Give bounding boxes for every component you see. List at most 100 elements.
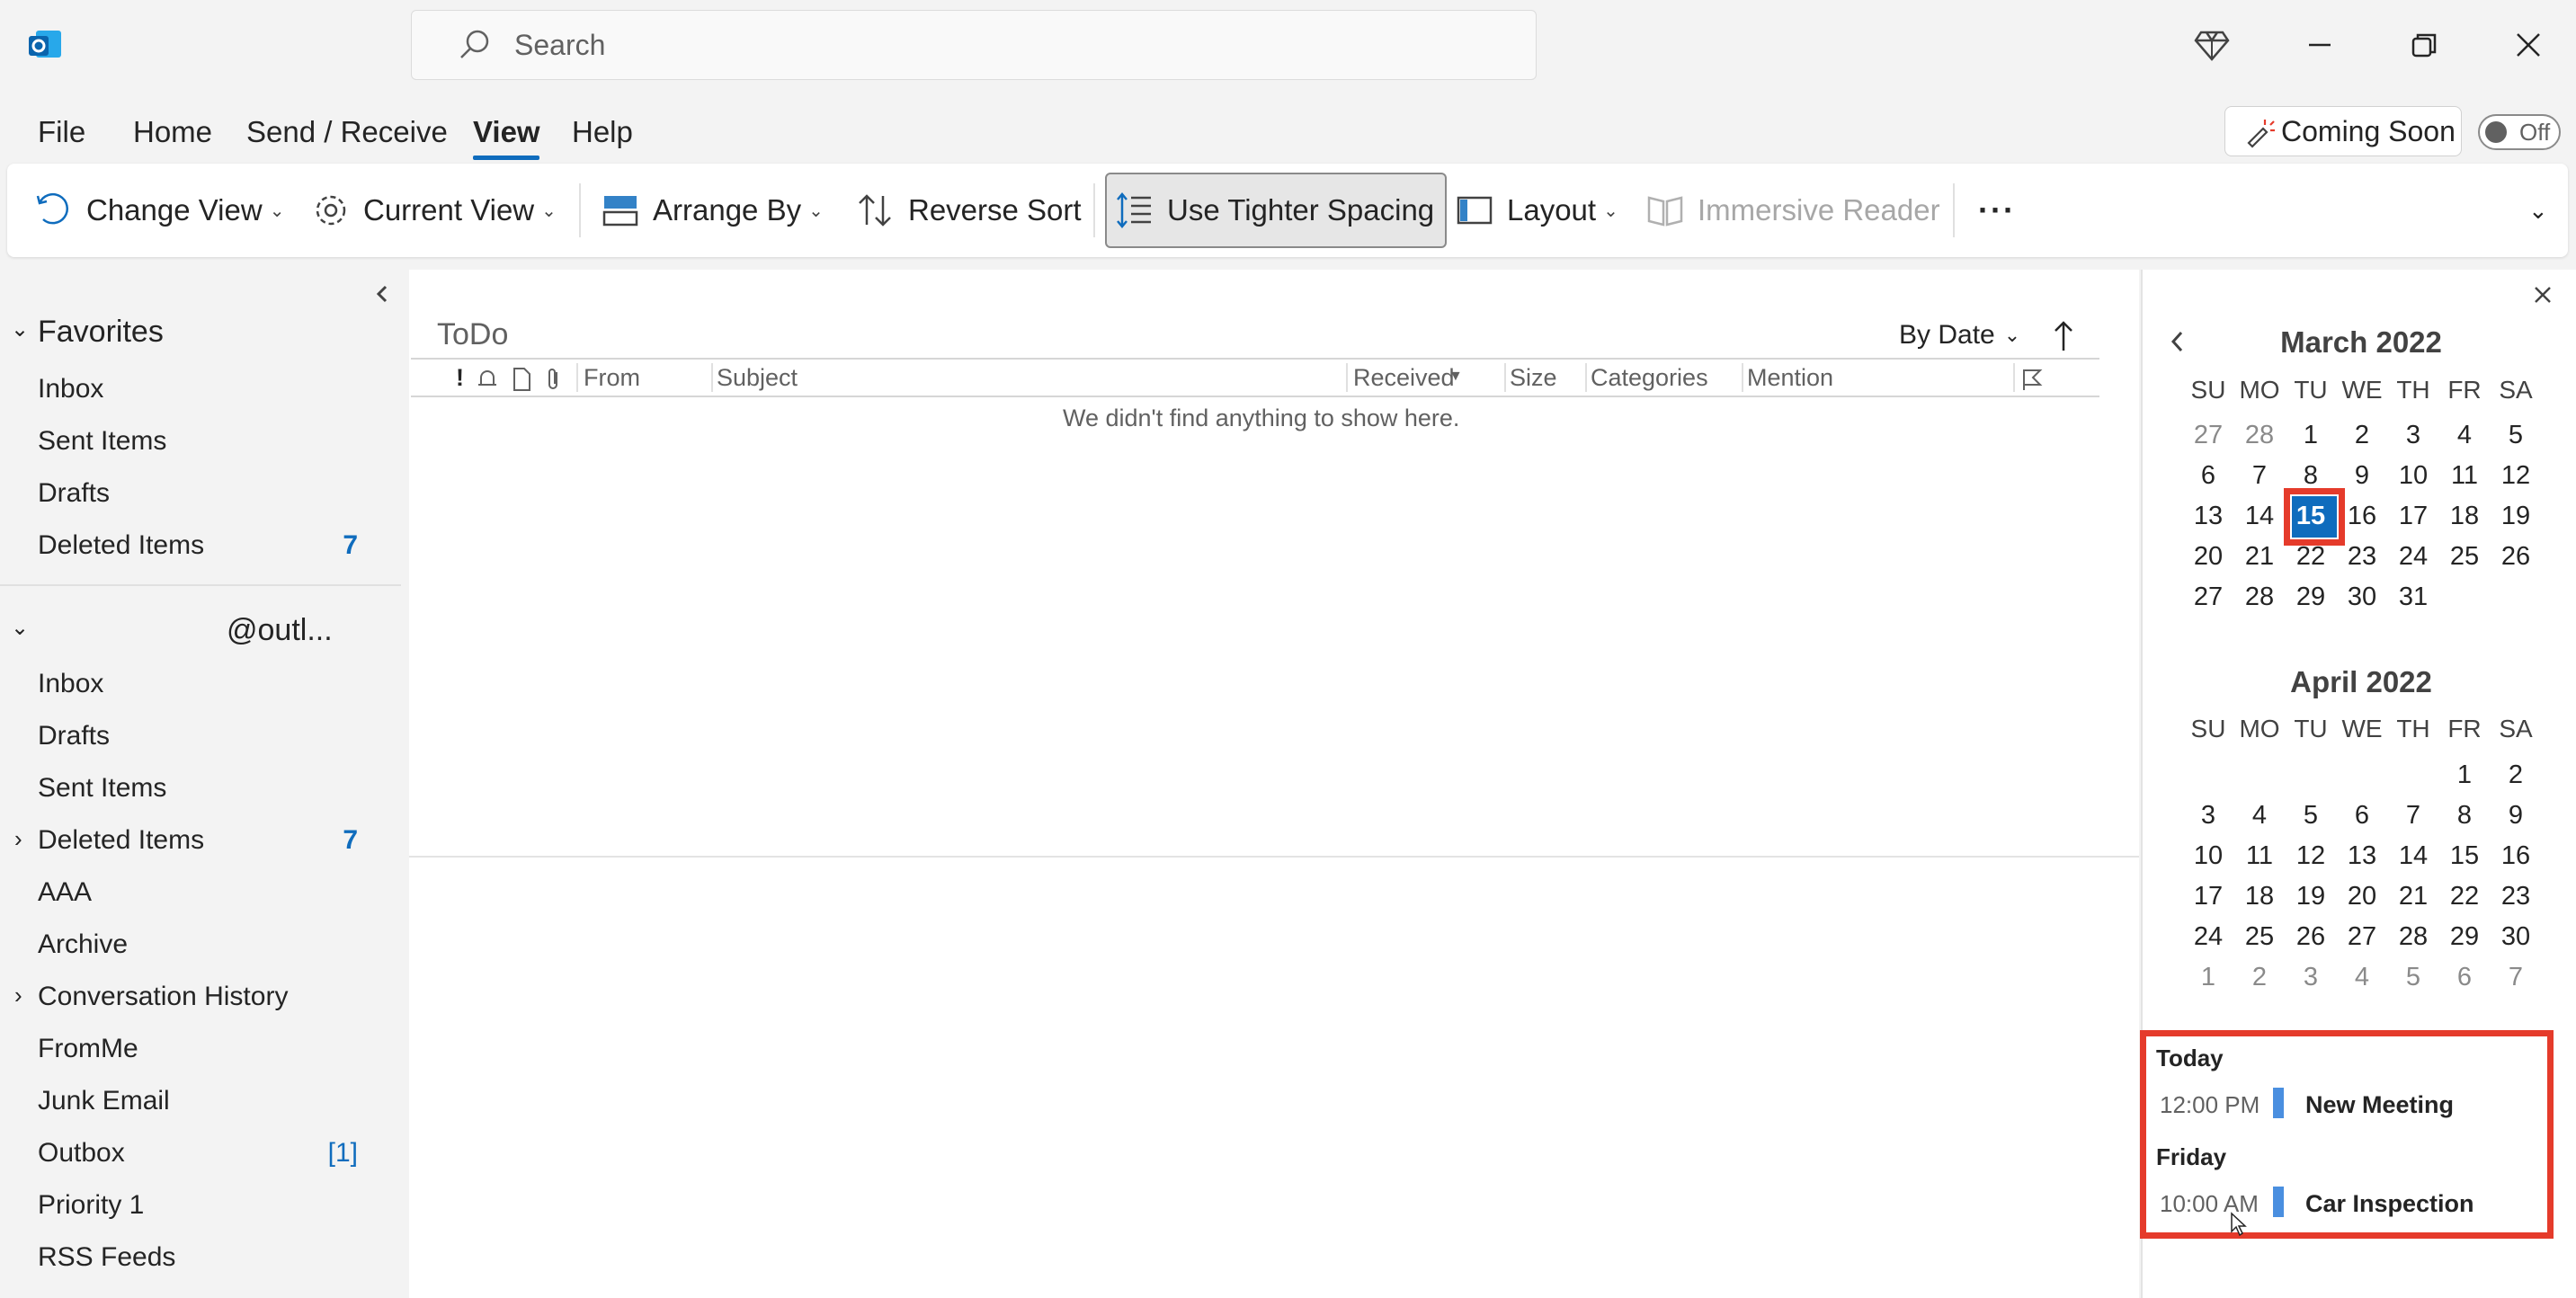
calendar-day[interactable]: 30 [2491,922,2541,952]
calendar-day[interactable]: 3 [2286,963,2336,992]
calendar-day[interactable]: 27 [2183,582,2233,612]
menu-send-receive[interactable]: Send / Receive [246,115,448,149]
minimize-button[interactable] [2302,27,2338,63]
reading-pane-divider[interactable] [409,856,2139,858]
calendar-day[interactable]: 8 [2286,461,2336,491]
calendar-day[interactable]: 24 [2388,542,2438,572]
folder-rss-feeds[interactable]: RSS Feeds [38,1242,175,1273]
calendar-day[interactable]: 31 [2388,582,2438,612]
previous-month-chevron-icon[interactable] [2167,329,2188,354]
fav-sent-items[interactable]: Sent Items [38,426,166,457]
calendar-day[interactable]: 27 [2183,421,2233,450]
folder-drafts[interactable]: Drafts [38,721,110,751]
column-mention[interactable]: Mention [1747,364,1833,392]
calendar-day[interactable]: 17 [2388,502,2438,531]
calendar-day[interactable]: 16 [2491,841,2541,871]
calendar-day[interactable]: 9 [2337,461,2387,491]
calendar-day[interactable]: 20 [2337,882,2387,911]
calendar-day[interactable]: 1 [2183,963,2233,992]
sort-by-button[interactable]: By Date ⌄ [1899,320,2020,351]
calendar-day[interactable]: 14 [2234,502,2285,531]
menu-view[interactable]: View [473,115,540,149]
column-from[interactable]: From [584,364,640,392]
calendar-day[interactable]: 24 [2183,922,2233,952]
calendar-day[interactable]: 7 [2388,801,2438,831]
folder-conversation-history[interactable]: Conversation History [38,982,288,1012]
calendar-day[interactable]: 10 [2388,461,2438,491]
item-type-icon[interactable] [512,367,531,392]
calendar-day[interactable]: 18 [2439,502,2490,531]
menu-help[interactable]: Help [572,115,633,149]
fav-deleted-items[interactable]: Deleted Items [38,530,204,561]
calendar-day[interactable]: 8 [2439,801,2490,831]
folder-aaa[interactable]: AAA [38,877,92,908]
calendar-day[interactable]: 7 [2491,963,2541,992]
calendar-day[interactable]: 11 [2439,461,2490,491]
reverse-sort-button[interactable]: Reverse Sort [856,164,1082,257]
conversation-history-expand-chevron-icon[interactable]: › [14,982,22,1009]
calendar-day[interactable]: 6 [2183,461,2233,491]
folder-priority-1[interactable]: Priority 1 [38,1190,144,1221]
calendar-day[interactable]: 27 [2337,922,2387,952]
calendar-day[interactable]: 12 [2286,841,2336,871]
calendar-day[interactable]: 5 [2491,421,2541,450]
calendar-day[interactable]: 19 [2286,882,2336,911]
calendar-day[interactable]: 26 [2491,542,2541,572]
immersive-reader-button[interactable]: Immersive Reader [1645,164,1940,257]
folder-outbox[interactable]: Outbox [38,1138,125,1169]
menu-home[interactable]: Home [133,115,212,149]
search-box[interactable]: Search [411,10,1537,80]
menu-file[interactable]: File [38,115,85,149]
calendar-day[interactable]: 5 [2388,963,2438,992]
close-pane-icon[interactable] [2530,282,2555,307]
column-subject[interactable]: Subject [717,364,798,392]
calendar-day[interactable]: 21 [2388,882,2438,911]
agenda-event[interactable]: Car Inspection [2305,1190,2474,1218]
calendar-day[interactable]: 20 [2183,542,2233,572]
fav-inbox[interactable]: Inbox [38,374,103,405]
sort-direction-arrow-icon[interactable] [2050,318,2077,354]
calendar-day[interactable]: 7 [2234,461,2285,491]
deleted-items-expand-chevron-icon[interactable]: › [14,825,22,853]
folder-junk-email[interactable]: Junk Email [38,1086,170,1116]
calendar-day[interactable]: 28 [2388,922,2438,952]
account-expand-chevron-icon[interactable]: ⌄ [11,615,29,641]
calendar-day[interactable]: 22 [2286,542,2336,572]
current-view-button[interactable]: Current View ⌄ [311,164,557,257]
calendar-day[interactable]: 4 [2439,421,2490,450]
coming-soon-button[interactable]: Coming Soon [2224,106,2462,156]
restore-button[interactable] [2406,27,2442,63]
calendar-day[interactable]: 30 [2337,582,2387,612]
importance-column-icon[interactable]: ! [456,364,464,392]
arrange-by-button[interactable]: Arrange By ⌄ [601,164,824,257]
agenda-event[interactable]: New Meeting [2305,1091,2454,1119]
folder-inbox[interactable]: Inbox [38,669,103,699]
calendar-day[interactable]: 10 [2183,841,2233,871]
calendar-day[interactable]: 4 [2337,963,2387,992]
folder-fromme[interactable]: FromMe [38,1034,138,1064]
calendar-day[interactable]: 25 [2234,922,2285,952]
attachment-paperclip-icon[interactable] [544,367,562,392]
coming-soon-toggle[interactable]: Off [2478,114,2561,150]
calendar-day[interactable]: 17 [2183,882,2233,911]
flag-status-icon[interactable] [2020,367,2044,392]
calendar-day[interactable]: 19 [2491,502,2541,531]
calendar-day[interactable]: 6 [2439,963,2490,992]
calendar-day[interactable]: 28 [2234,421,2285,450]
calendar-day[interactable]: 9 [2491,801,2541,831]
favorites-header[interactable]: Favorites [38,315,164,350]
collapse-pane-chevron-icon[interactable] [372,282,392,306]
calendar-day[interactable]: 11 [2234,841,2285,871]
calendar-day[interactable]: 22 [2439,882,2490,911]
calendar-day[interactable]: 3 [2388,421,2438,450]
calendar-day[interactable]: 2 [2491,760,2541,790]
received-sort-dropdown-icon[interactable]: ▼ [1448,369,1463,385]
calendar-day[interactable]: 21 [2234,542,2285,572]
layout-button[interactable]: Layout ⌄ [1455,164,1618,257]
change-view-button[interactable]: Change View ⌄ [34,164,284,257]
calendar-day[interactable]: 5 [2286,801,2336,831]
calendar-day[interactable]: 12 [2491,461,2541,491]
calendar-day[interactable]: 29 [2286,582,2336,612]
calendar-day[interactable]: 4 [2234,801,2285,831]
calendar-day[interactable]: 3 [2183,801,2233,831]
